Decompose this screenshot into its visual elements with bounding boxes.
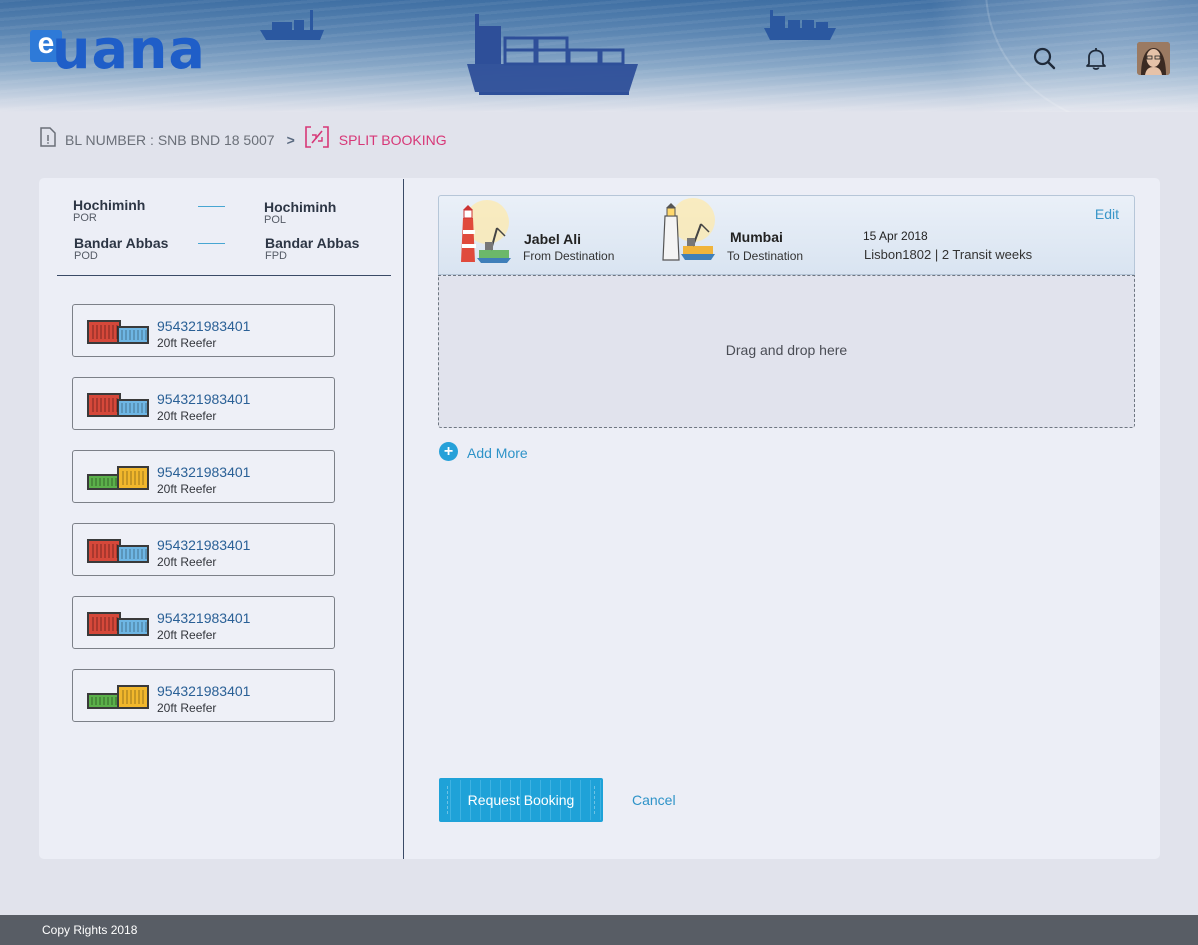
container-number: 954321983401 <box>157 537 251 553</box>
drop-zone-text: Drag and drop here <box>725 342 848 358</box>
pod-city: Bandar Abbas <box>74 235 169 251</box>
container-number: 954321983401 <box>157 610 251 626</box>
cancel-button[interactable]: Cancel <box>632 792 676 808</box>
route-connector <box>198 206 225 207</box>
container-number: 954321983401 <box>157 391 251 407</box>
user-avatar-icon <box>1137 42 1170 75</box>
fpd-city: Bandar Abbas <box>265 235 360 251</box>
request-booking-label: Request Booking <box>467 792 575 808</box>
breadcrumb-separator: > <box>286 132 295 148</box>
booking-date: 15 Apr 2018 <box>863 229 928 243</box>
container-card[interactable]: 954321983401 20ft Reefer <box>72 669 335 722</box>
container-red-icon <box>87 393 149 417</box>
add-more-label: Add More <box>467 444 528 461</box>
small-ship-icon <box>764 10 836 40</box>
container-red-icon <box>87 539 149 563</box>
document-icon <box>40 127 56 147</box>
container-yellow-icon <box>87 466 149 490</box>
container-type: 20ft Reefer <box>157 701 217 715</box>
copyright-text: Copy Rights 2018 <box>42 923 138 937</box>
container-card[interactable]: 954321983401 20ft Reefer <box>72 596 335 649</box>
to-label: To Destination <box>727 249 804 263</box>
large-ship-icon <box>467 14 638 95</box>
container-type: 20ft Reefer <box>157 409 217 423</box>
lighthouse-red-icon <box>461 200 511 263</box>
breadcrumb: BL NUMBER : SNB BND 18 5007 > SPLIT BOOK… <box>40 126 447 154</box>
por-code: POR <box>73 212 97 224</box>
container-yellow-icon <box>87 685 149 709</box>
route-divider <box>57 275 391 276</box>
pol-code: POL <box>264 214 287 226</box>
container-number: 954321983401 <box>157 464 251 480</box>
container-red-icon <box>87 320 149 344</box>
search-icon[interactable] <box>1032 46 1058 72</box>
container-card[interactable]: 954321983401 20ft Reefer <box>72 523 335 576</box>
bell-icon[interactable] <box>1083 46 1109 72</box>
to-port: Mumbai <box>730 229 783 245</box>
from-port: Jabel Ali <box>524 231 582 247</box>
container-type: 20ft Reefer <box>157 482 217 496</box>
lighthouse-white-icon <box>662 198 715 261</box>
container-card[interactable]: 954321983401 20ft Reefer <box>72 304 335 357</box>
pod-code: POD <box>74 250 98 262</box>
evana-logo[interactable]: e uana <box>30 22 230 78</box>
route-por: Hochiminh POR <box>73 197 145 224</box>
container-type: 20ft Reefer <box>157 628 217 642</box>
from-label: From Destination <box>523 249 615 263</box>
split-booking-icon <box>304 126 329 148</box>
route-pol: Hochiminh POL <box>264 199 336 226</box>
container-number: 954321983401 <box>157 683 251 699</box>
container-type: 20ft Reefer <box>157 336 217 350</box>
header-banner: e uana <box>0 0 1198 112</box>
container-type: 20ft Reefer <box>157 555 217 569</box>
logo-word: uana <box>52 18 206 81</box>
request-booking-button[interactable]: Request Booking <box>439 778 603 822</box>
plus-icon: + <box>439 442 458 461</box>
route-pod: Bandar Abbas POD <box>74 235 168 262</box>
drop-zone[interactable]: Drag and drop here <box>438 275 1135 428</box>
por-city: Hochiminh <box>73 197 146 213</box>
small-ship-icon <box>260 10 324 40</box>
container-card[interactable]: 954321983401 20ft Reefer <box>72 450 335 503</box>
booking-summary: Jabel Ali From Destination Mumbai To Des… <box>438 195 1135 275</box>
avatar[interactable] <box>1137 42 1170 75</box>
edit-link[interactable]: Edit <box>1095 206 1119 222</box>
add-more-button[interactable]: + Add More <box>439 442 528 461</box>
fpd-code: FPD <box>265 250 287 262</box>
pol-city: Hochiminh <box>264 199 337 215</box>
bl-number-link[interactable]: BL NUMBER : SNB BND 18 5007 <box>65 132 275 148</box>
breadcrumb-current: SPLIT BOOKING <box>338 132 447 148</box>
voyage-info: Lisbon1802 | 2 Transit weeks <box>864 247 1033 262</box>
container-card[interactable]: 954321983401 20ft Reefer <box>72 377 335 430</box>
container-red-icon <box>87 612 149 636</box>
container-number: 954321983401 <box>157 318 251 334</box>
footer: Copy Rights 2018 <box>0 915 1198 945</box>
route-connector <box>198 243 225 244</box>
route-fpd: Bandar Abbas FPD <box>265 235 359 262</box>
panel-divider <box>403 179 404 859</box>
